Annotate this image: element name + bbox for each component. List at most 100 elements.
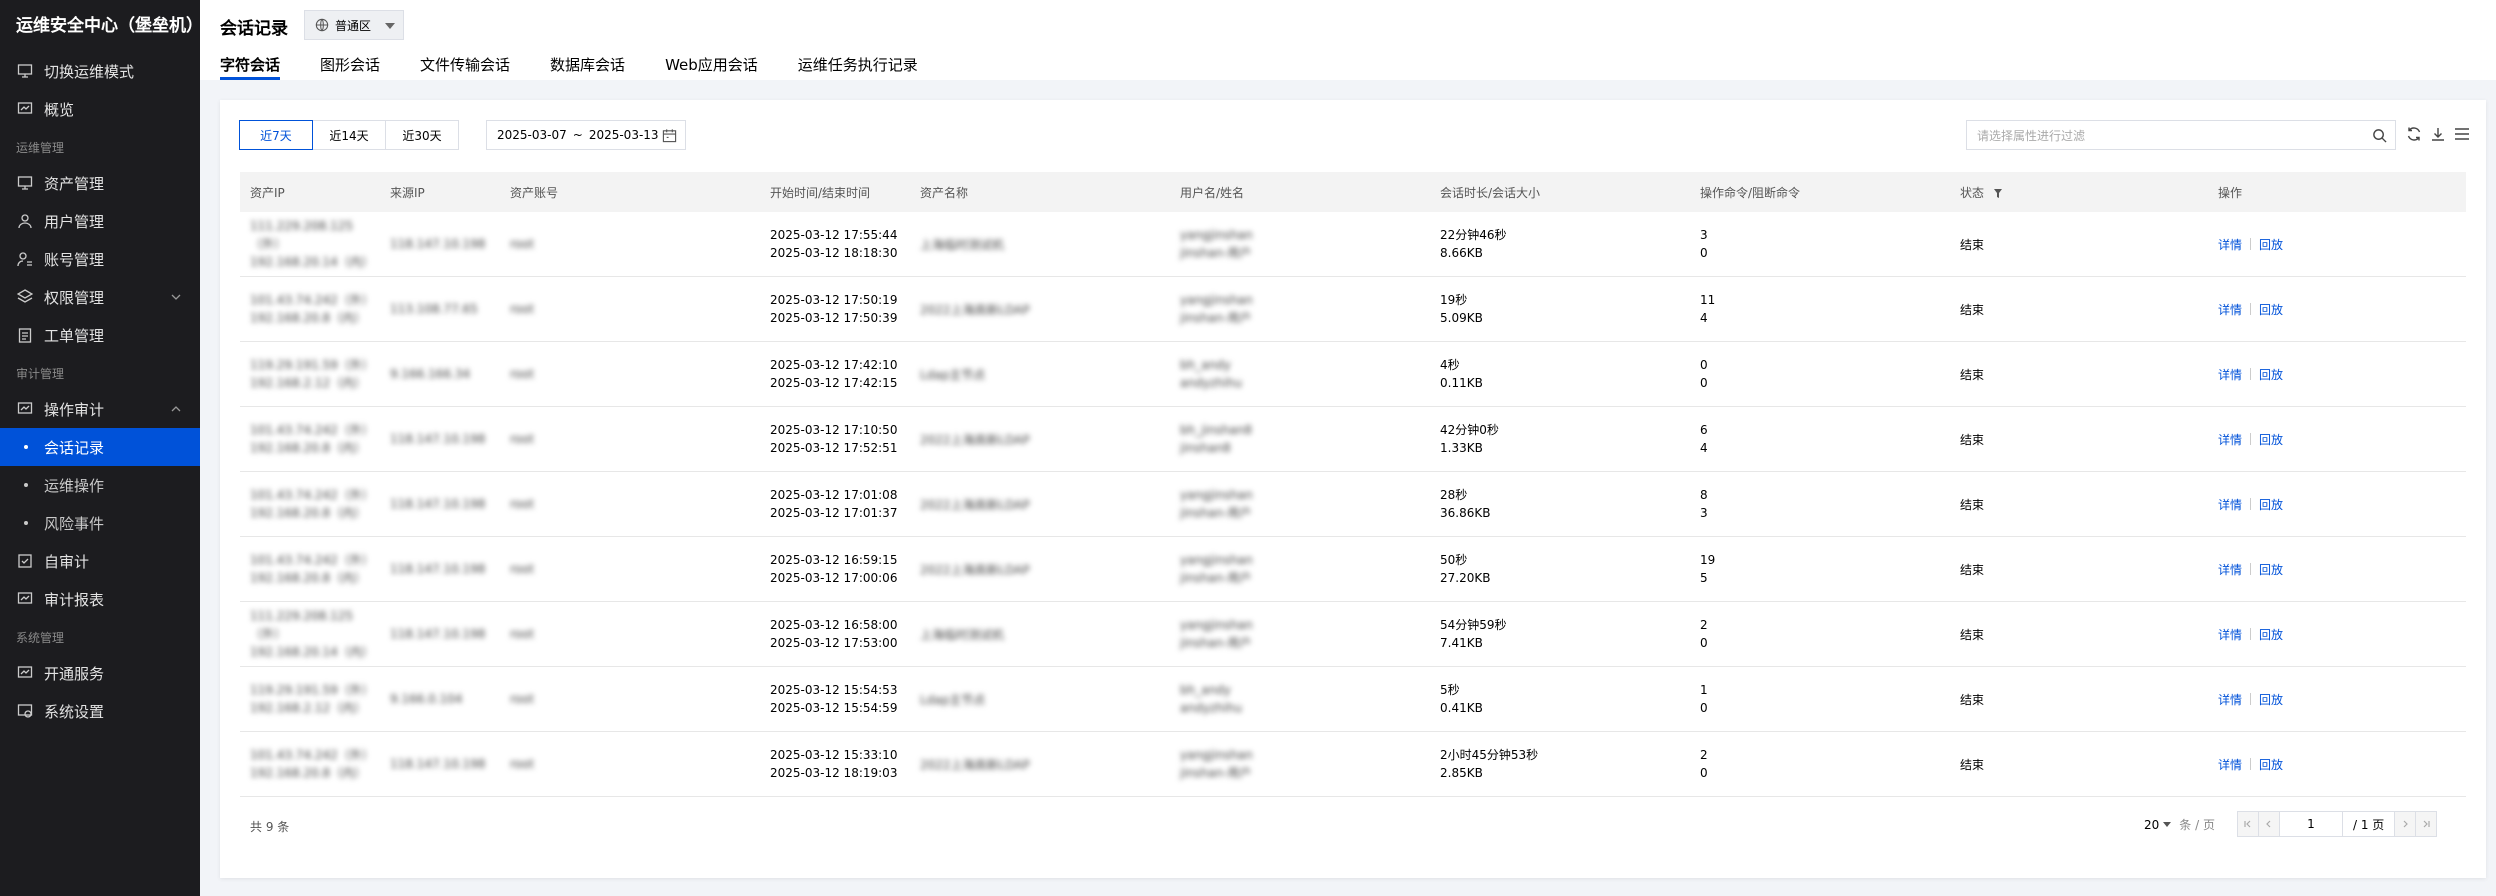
asset-account-cell: root: [510, 757, 535, 771]
sidebar: 运维安全中心（堡垒机） 切换运维模式 概览 运维管理 资产管理 用户管理 账号管…: [0, 0, 203, 896]
bullet-icon: [24, 483, 28, 487]
last-page-icon[interactable]: [2415, 811, 2438, 837]
refresh-icon[interactable]: [2406, 126, 2424, 144]
session-size: 1.33KB: [1440, 441, 1483, 455]
nav-user-mgmt[interactable]: 用户管理: [0, 202, 200, 240]
detail-link[interactable]: 详情: [2218, 496, 2242, 513]
nav-audit-report[interactable]: 审计报表: [0, 580, 200, 618]
tab-graphic-session[interactable]: 图形会话: [320, 54, 380, 80]
page-number-input[interactable]: 1: [2279, 811, 2343, 837]
replay-link[interactable]: 回放: [2259, 236, 2283, 253]
nav-self-audit[interactable]: 自审计: [0, 542, 200, 580]
page-size-select[interactable]: 20 条 / 页: [2144, 816, 2215, 833]
detail-link[interactable]: 详情: [2218, 431, 2242, 448]
display-name: jinshan-用户: [1180, 506, 1252, 520]
next-page-icon[interactable]: [2394, 811, 2417, 837]
display-name: jinshan-用户: [1180, 636, 1252, 650]
filter-input[interactable]: 请选择属性进行过滤: [1966, 120, 2396, 150]
status-cell: 结束: [1960, 237, 1985, 252]
asset-ip-cell: 101.43.74.242（外） 192.168.20.8（内）: [240, 486, 380, 522]
column-settings-icon[interactable]: [2454, 126, 2472, 144]
detail-link[interactable]: 详情: [2218, 301, 2242, 318]
display-name: jinshan8: [1180, 441, 1231, 455]
tab-database-session[interactable]: 数据库会话: [550, 54, 625, 80]
nav-system-settings[interactable]: 系统设置: [0, 692, 200, 730]
column-header-label: 状态: [1960, 185, 1985, 200]
replay-link[interactable]: 回放: [2259, 431, 2283, 448]
blocked-count: 4: [1700, 311, 1708, 325]
detail-link[interactable]: 详情: [2218, 561, 2242, 578]
column-header: 用户名/姓名: [1180, 185, 1245, 200]
username: bh_jinshan8: [1180, 423, 1252, 437]
replay-link[interactable]: 回放: [2259, 496, 2283, 513]
time-cell: 2025-03-12 17:55:44 2025-03-12 18:18:30: [760, 226, 910, 262]
filter-icon[interactable]: [1993, 188, 2002, 198]
date-range-picker[interactable]: 2025-03-07 ~ 2025-03-13: [486, 120, 686, 150]
range-14-days-button[interactable]: 近14天: [312, 120, 386, 150]
date-separator: ~: [572, 128, 583, 142]
detail-link[interactable]: 详情: [2218, 626, 2242, 643]
column-header-status: 状态: [1950, 184, 2208, 201]
display-name: andyzhihu: [1180, 701, 1243, 715]
detail-link[interactable]: 详情: [2218, 366, 2242, 383]
session-duration: 54分钟59秒: [1440, 618, 1507, 632]
nav-open-service[interactable]: 开通服务: [0, 654, 200, 692]
range-7-days-button[interactable]: 近7天: [239, 120, 313, 150]
region-select[interactable]: 普通区: [304, 10, 404, 40]
commands-cell: 30: [1690, 226, 1950, 262]
replay-link[interactable]: 回放: [2259, 626, 2283, 643]
total-pages: / 1 页: [2342, 811, 2396, 837]
nav-ops-operations[interactable]: 运维操作: [0, 466, 200, 504]
replay-link[interactable]: 回放: [2259, 301, 2283, 318]
nav-overview[interactable]: 概览: [0, 90, 200, 128]
nav-perm-mgmt[interactable]: 权限管理: [0, 278, 200, 316]
replay-link[interactable]: 回放: [2259, 366, 2283, 383]
detail-link[interactable]: 详情: [2218, 691, 2242, 708]
download-icon[interactable]: [2430, 126, 2448, 144]
nav-risk-events[interactable]: 风险事件: [0, 504, 200, 542]
nav-label: 风险事件: [44, 514, 105, 533]
caret-down-icon: [2163, 822, 2172, 827]
source-ip-cell: 113.108.77.65: [390, 302, 478, 316]
nav-asset-mgmt[interactable]: 资产管理: [0, 164, 200, 202]
first-page-icon[interactable]: [2237, 811, 2259, 837]
search-icon[interactable]: [2372, 128, 2387, 143]
tab-file-transfer-session[interactable]: 文件传输会话: [420, 54, 510, 80]
tab-char-session[interactable]: 字符会话: [220, 54, 281, 80]
commands-cell: 83: [1690, 486, 1950, 522]
replay-link[interactable]: 回放: [2259, 691, 2283, 708]
display-name: jinshan-用户: [1180, 571, 1252, 585]
tab-ops-task-records[interactable]: 运维任务执行记录: [798, 54, 918, 80]
nav-label: 自审计: [44, 552, 90, 571]
page-size-value: 20: [2144, 817, 2160, 832]
nav-session-records[interactable]: 会话记录: [0, 428, 200, 466]
replay-link[interactable]: 回放: [2259, 561, 2283, 578]
username: yangjinshan: [1180, 618, 1253, 632]
status-cell: 结束: [1960, 562, 1985, 577]
asset-ip-cell: 111.229.208.125（外） 192.168.20.14（内）: [240, 607, 380, 661]
range-30-days-button[interactable]: 近30天: [385, 120, 459, 150]
commands-cell: 11 4: [1690, 291, 1950, 327]
command-count: 3: [1700, 228, 1708, 242]
start-time: 2025-03-12 17:10:50: [770, 423, 898, 437]
display-name: jinshan-用户: [1180, 311, 1252, 325]
tab-web-app-session[interactable]: Web应用会话: [665, 54, 758, 80]
nav-op-audit[interactable]: 操作审计: [0, 390, 200, 428]
replay-link[interactable]: 回放: [2259, 756, 2283, 773]
session-duration: 50秒: [1440, 553, 1468, 567]
duration-cell: 22分钟46秒 8.66KB: [1430, 226, 1690, 262]
nav-label: 概览: [44, 100, 75, 119]
start-time: 2025-03-12 15:33:10: [770, 748, 898, 762]
detail-link[interactable]: 详情: [2218, 236, 2242, 253]
source-ip-cell: 118.147.10.198: [390, 562, 486, 576]
prev-page-icon[interactable]: [2258, 811, 2280, 837]
nav-ticket-mgmt[interactable]: 工单管理: [0, 316, 200, 354]
end-time: 2025-03-12 17:01:37: [770, 506, 898, 520]
asset-ip-cell: 101.43.74.242（外） 192.168.20.8（内）: [240, 421, 380, 457]
nav-account-mgmt[interactable]: 账号管理: [0, 240, 200, 278]
detail-link[interactable]: 详情: [2218, 756, 2242, 773]
asset-account-cell: root: [510, 692, 535, 706]
asset-name-cell: Ldap主节点: [920, 692, 986, 707]
nav-switch-mode[interactable]: 切换运维模式: [0, 52, 200, 90]
column-header: 会话时长/会话大小: [1440, 185, 1541, 200]
